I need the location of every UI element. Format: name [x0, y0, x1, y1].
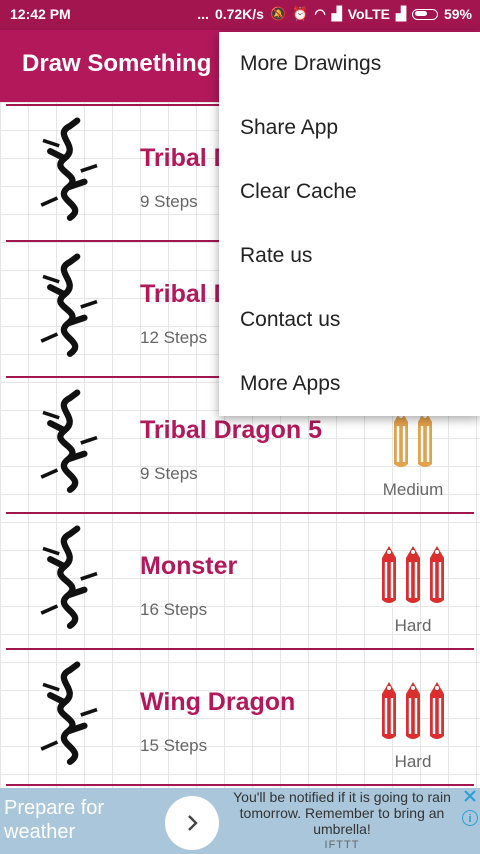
menu-item-share-app[interactable]: Share App	[219, 96, 480, 160]
divider	[6, 784, 474, 786]
status-bar: 12:42 PM ... 0.72K/s 🔕 ⏰ ◠ ▟ VoLTE ▟ 59%	[0, 0, 480, 30]
signal-icon: ▟	[331, 6, 342, 21]
drawing-thumbnail	[20, 248, 120, 366]
pencil-icon	[394, 410, 408, 467]
close-icon[interactable]	[462, 788, 478, 804]
list-item[interactable]: Wing Dragon 15 Steps Hard	[0, 650, 480, 786]
ad-brand: IFTTT	[324, 839, 360, 851]
ad-message-block: You'll be notified if it is going to rai…	[224, 788, 460, 853]
battery-icon	[411, 8, 438, 20]
pencil-icon	[418, 410, 432, 467]
ad-headline: Prepare for weather	[4, 797, 105, 843]
wifi-icon: ◠	[314, 6, 326, 21]
drawing-steps: 16 Steps	[140, 600, 208, 619]
chevron-right-icon	[188, 815, 198, 831]
drawing-name: Wing Dragon	[140, 688, 296, 716]
network-type: VoLTE	[347, 6, 390, 22]
drawing-steps: 12 Steps	[140, 328, 208, 347]
pencil-icon	[406, 546, 420, 603]
pencil-icon	[430, 682, 444, 739]
alarm-icon: ⏰	[292, 6, 309, 21]
difficulty-indicator: Hard	[368, 680, 458, 772]
ad-message: You'll be notified if it is going to rai…	[233, 789, 451, 837]
menu-item-more-apps[interactable]: More Apps	[219, 352, 480, 416]
list-item[interactable]: Monster 16 Steps Hard	[0, 514, 480, 650]
drawing-thumbnail	[20, 656, 120, 774]
ad-banner[interactable]: Prepare for weather You'll be notified i…	[0, 788, 480, 854]
pencil-icon	[382, 546, 396, 603]
status-time: 12:42 PM	[10, 6, 71, 22]
drawing-steps: 9 Steps	[140, 192, 198, 211]
network-speed: 0.72K/s	[214, 6, 264, 22]
status-dots: ...	[197, 6, 209, 22]
difficulty-label: Hard	[394, 752, 432, 771]
menu-item-rate-us[interactable]: Rate us	[219, 224, 480, 288]
app-title: Draw Something	[22, 50, 212, 77]
menu-item-more-drawings[interactable]: More Drawings	[219, 32, 480, 96]
info-icon[interactable]: i	[462, 810, 478, 826]
drawing-name: Monster	[140, 552, 238, 580]
menu-item-contact-us[interactable]: Contact us	[219, 288, 480, 352]
drawing-thumbnail	[20, 112, 120, 230]
drawing-name: Tribal Dragon 5	[140, 416, 322, 444]
difficulty-label: Hard	[394, 616, 432, 635]
drawing-steps: 15 Steps	[140, 736, 208, 755]
pencil-icon	[406, 682, 420, 739]
pencil-icon	[430, 546, 444, 603]
difficulty-label: Medium	[382, 480, 444, 499]
difficulty-indicator: Hard	[368, 544, 458, 636]
drawing-thumbnail	[20, 384, 120, 502]
drawing-steps: 9 Steps	[140, 464, 198, 483]
drawing-thumbnail	[20, 520, 120, 638]
battery-level: 59%	[443, 6, 472, 22]
overflow-menu: More Drawings Share App Clear Cache Rate…	[219, 32, 480, 416]
signal-2-icon: ▟	[395, 6, 406, 21]
ad-open-button[interactable]	[165, 796, 219, 850]
pencil-icon	[382, 682, 396, 739]
status-icons: ... 0.72K/s 🔕 ⏰ ◠ ▟ VoLTE ▟ 59%	[197, 6, 472, 22]
mute-icon: 🔕	[269, 6, 287, 21]
menu-item-clear-cache[interactable]: Clear Cache	[219, 160, 480, 224]
difficulty-indicator: Medium	[368, 408, 458, 500]
